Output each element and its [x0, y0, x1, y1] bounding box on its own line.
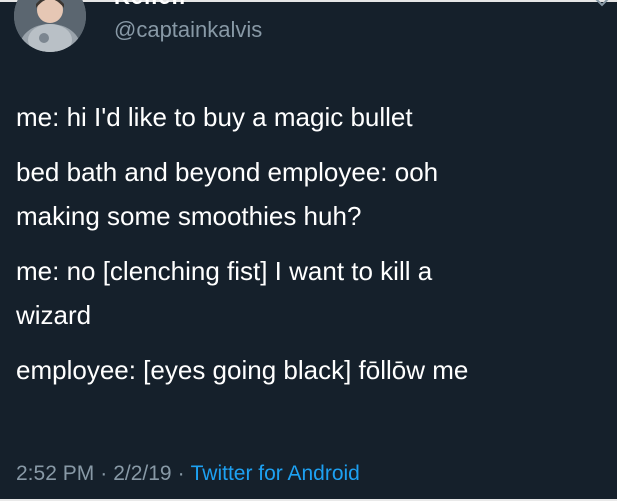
tweet-card: Kellen @captainkalvis me: hi I'd like to…: [0, 0, 617, 501]
avatar-photo-icon: [14, 0, 86, 52]
tweet-line: making some smoothies huh?: [16, 201, 362, 231]
tweet-date[interactable]: 2/2/19: [113, 462, 171, 485]
display-name[interactable]: Kellen: [114, 0, 186, 10]
user-handle[interactable]: @captainkalvis: [114, 17, 262, 43]
top-edge-divider: [0, 0, 617, 2]
tweet-metadata: 2:52 PM · 2/2/19 · Twitter for Android: [16, 462, 360, 486]
tweet-paragraph: bed bath and beyond employee: ooh making…: [16, 150, 606, 238]
tweet-line: wizard: [16, 300, 92, 330]
tweet-text: me: hi I'd like to buy a magic bullet be…: [16, 95, 606, 403]
tweet-line: me: hi I'd like to buy a magic bullet: [16, 102, 413, 132]
avatar[interactable]: [14, 0, 86, 52]
tweet-paragraph: employee: [eyes going black] fōllōw me: [16, 348, 606, 392]
meta-separator: ·: [100, 462, 108, 485]
tweet-paragraph: me: hi I'd like to buy a magic bullet: [16, 95, 606, 139]
tweet-time[interactable]: 2:52 PM: [16, 462, 94, 485]
tweet-paragraph: me: no [clenching fist] I want to kill a…: [16, 249, 606, 337]
chevron-down-icon[interactable]: [593, 0, 611, 8]
tweet-line: me: no [clenching fist] I want to kill a: [16, 256, 433, 286]
tweet-line: employee: [eyes going black] fōllōw me: [16, 355, 469, 385]
tweet-line: bed bath and beyond employee: ooh: [16, 157, 439, 187]
tweet-source-link[interactable]: Twitter for Android: [191, 462, 360, 485]
meta-separator: ·: [177, 462, 185, 485]
